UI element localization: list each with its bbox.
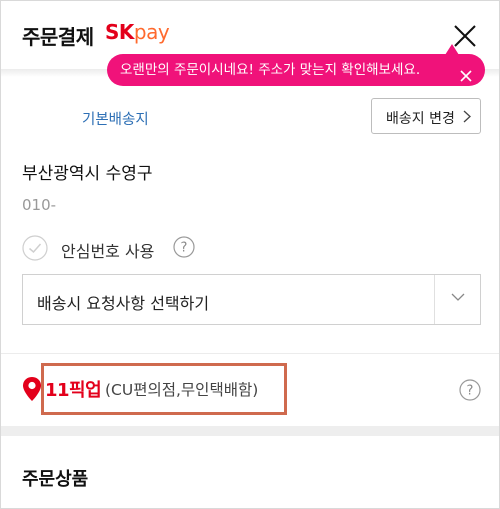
chevron-right-icon [463, 110, 471, 123]
help-icon[interactable]: ? [459, 379, 481, 401]
skpay-logo-sk: SK [105, 20, 134, 44]
safe-number-label: 안심번호 사용 [61, 242, 155, 261]
order-products-title: 주문상품 [22, 469, 89, 490]
help-icon[interactable]: ? [173, 236, 195, 258]
address-check-toast: 오랜만의 주문이시네요! 주소가 맞는지 확인해보세요. [107, 54, 485, 86]
chevron-down-icon [451, 293, 465, 301]
close-icon [460, 70, 472, 82]
pickup-brand[interactable]: 11픽업 [45, 376, 102, 402]
toast-message: 오랜만의 주문이시네요! 주소가 맞는지 확인해보세요. [120, 62, 421, 78]
svg-text:?: ? [467, 384, 474, 399]
change-address-button[interactable]: 배송지 변경 [371, 98, 481, 134]
page-title: 주문결제 [22, 25, 94, 49]
skpay-logo: SKpay [105, 20, 170, 44]
order-payment-screen: 주문결제 SKpay 오랜만의 주문이시네요! 주소가 맞는지 확인해보세요. … [0, 0, 500, 509]
section-separator [1, 426, 499, 436]
location-pin-icon [23, 377, 41, 401]
change-address-label: 배송지 변경 [386, 111, 455, 127]
section-divider [1, 353, 499, 354]
select-divider [434, 275, 435, 324]
address-text: 부산광역시 수영구 [22, 164, 153, 184]
delivery-request-value: 배송시 요청사항 선택하기 [37, 294, 210, 313]
toast-close-button[interactable] [459, 63, 473, 82]
safe-number-checkbox[interactable] [22, 235, 48, 261]
svg-text:?: ? [181, 241, 188, 256]
pickup-description: (CU편의점,무인택배함) [105, 381, 259, 399]
skpay-logo-pay: pay [133, 20, 170, 44]
default-address-label: 기본배송지 [82, 112, 149, 128]
delivery-request-select[interactable]: 배송시 요청사항 선택하기 [22, 274, 481, 325]
phone-number: 010- [22, 196, 57, 214]
